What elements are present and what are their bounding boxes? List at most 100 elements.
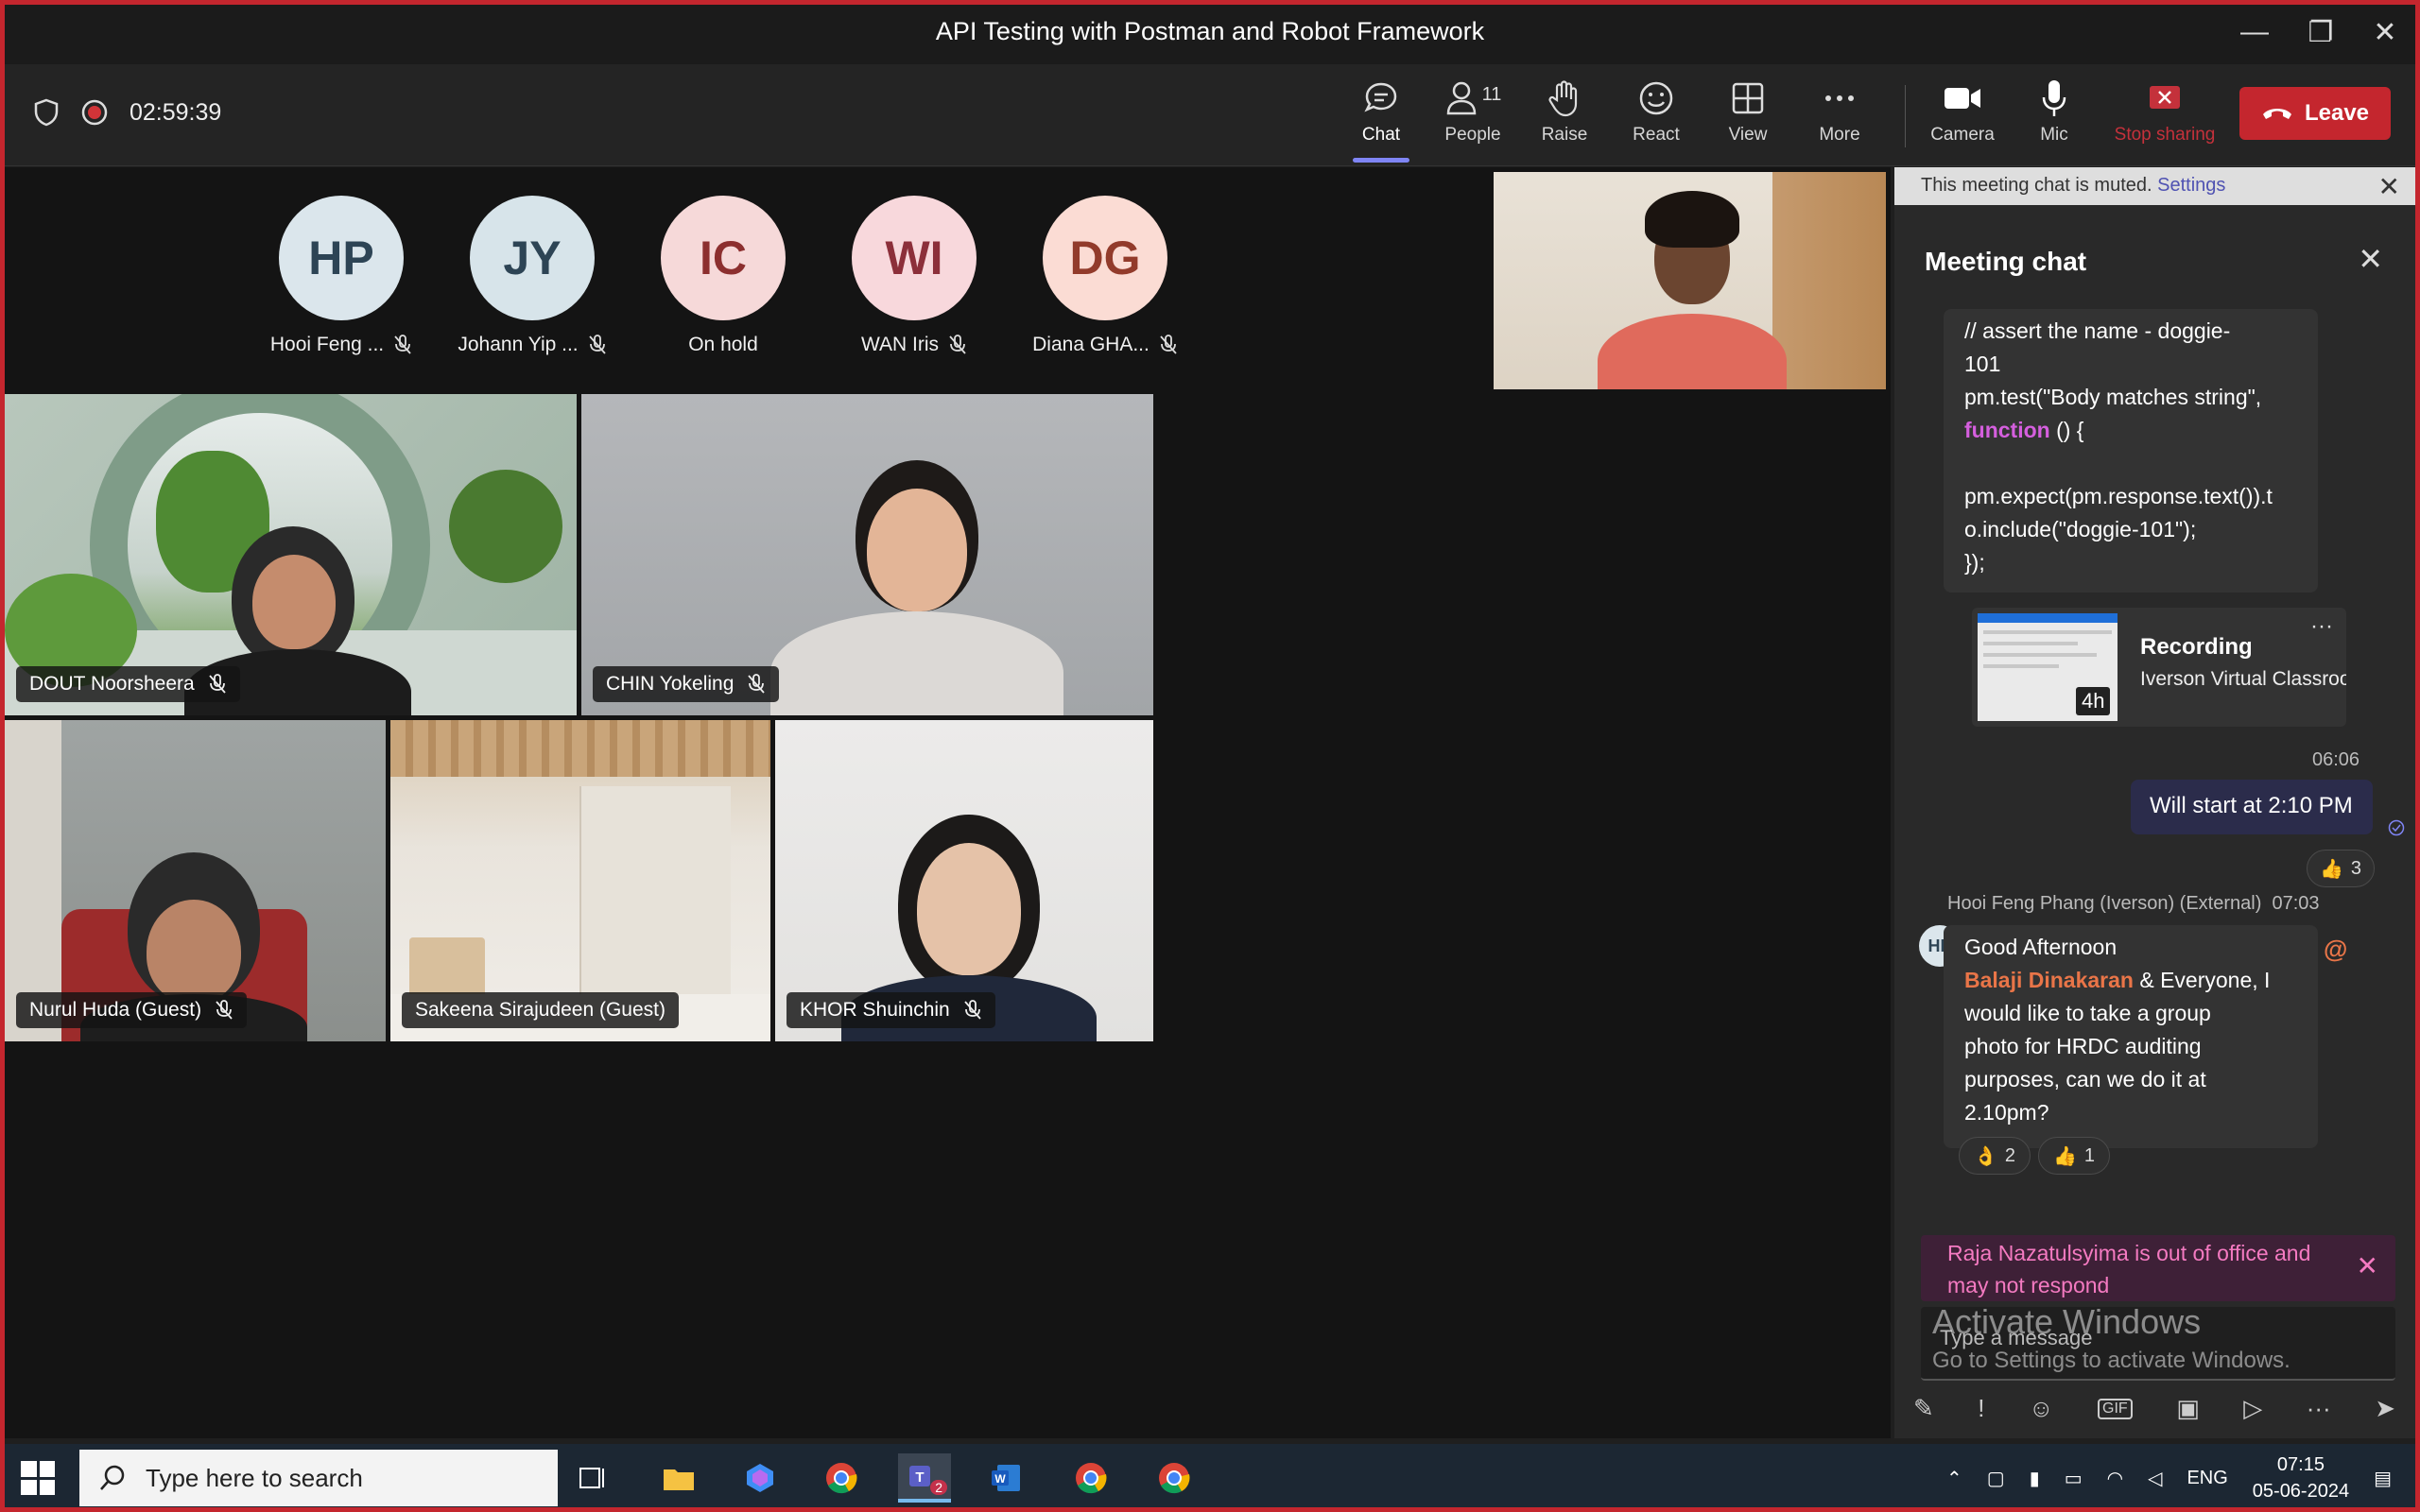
clock-date: 05-06-2024 <box>2252 1481 2350 1502</box>
reaction-ok[interactable]: 👌 2 <box>1959 1137 2031 1175</box>
copilot-icon[interactable] <box>734 1453 786 1503</box>
person-body <box>770 611 1063 715</box>
message-timestamp: 06:06 <box>2312 749 2360 770</box>
people-label: People <box>1444 125 1501 145</box>
speaker-icon[interactable]: ◁ <box>2148 1467 2162 1490</box>
stop-sharing-label: Stop sharing <box>2114 125 2216 145</box>
more-icon[interactable]: ··· <box>2307 1394 2331 1423</box>
mic-off-icon <box>949 335 966 354</box>
settings-link[interactable]: Settings <box>2157 175 2225 196</box>
close-window-button[interactable]: ✕ <box>2352 9 2418 55</box>
chat-message: Good Afternoon Balaji Dinakaran & Everyo… <box>1944 925 2318 1148</box>
meeting-chat-panel: This meeting chat is muted. Settings ✕ M… <box>1894 167 2415 1438</box>
mic-button[interactable]: Mic <box>2009 77 2100 159</box>
language-indicator[interactable]: ENG <box>2187 1468 2227 1489</box>
person-body <box>1598 314 1787 389</box>
participant-avatar-dg[interactable]: DG Diana GHA... <box>1032 196 1177 356</box>
reaction-like[interactable]: 👍 3 <box>2307 850 2375 887</box>
battery-icon[interactable]: ▭ <box>2065 1467 2083 1490</box>
sticker-icon[interactable]: ▣ <box>2176 1394 2200 1423</box>
code-line: function () { <box>1964 414 2297 447</box>
gif-icon[interactable]: GIF <box>2098 1398 2133 1419</box>
loop-icon[interactable]: ▷ <box>2243 1394 2262 1423</box>
participant-name: Diana GHA... <box>1032 334 1150 355</box>
search-icon <box>100 1465 125 1490</box>
chrome-icon[interactable] <box>815 1453 868 1503</box>
participant-avatar-ic[interactable]: IC On hold <box>661 196 786 356</box>
video-tile[interactable]: DOUT Noorsheera <box>5 394 577 715</box>
send-icon[interactable]: ➤ <box>2375 1394 2395 1423</box>
camera-button[interactable]: Camera <box>1917 77 2008 159</box>
more-button[interactable]: More <box>1794 77 1885 159</box>
restore-button[interactable]: ❐ <box>2288 9 2354 55</box>
close-icon[interactable]: ✕ <box>2357 1250 2378 1282</box>
participant-name-tag: KHOR Shuinchin <box>786 992 995 1028</box>
file-explorer-icon[interactable] <box>652 1453 705 1503</box>
minimize-icon: — <box>2240 16 2269 47</box>
more-options-icon[interactable]: ··· <box>2310 613 2333 640</box>
code-line: pm.test("Body matches string", <box>1964 385 2262 409</box>
view-button[interactable]: View <box>1703 77 1793 159</box>
self-view-video[interactable] <box>1494 172 1886 389</box>
message-sender: Hooi Feng Phang (Iverson) (External) 07:… <box>1947 893 2320 915</box>
react-button[interactable]: React <box>1611 77 1702 159</box>
participant-avatar-jy[interactable]: JY Johann Yip ... <box>458 196 606 356</box>
system-tray: ⌃ ▢ ▮ ▭ ◠ ◁ ENG 07:15 05-06-2024 ▤ <box>1946 1444 2392 1512</box>
chevron-up-icon[interactable]: ⌃ <box>1946 1467 1962 1490</box>
recording-card[interactable]: 4h Recording Iverson Virtual Classroo...… <box>1972 608 2346 727</box>
close-chat-button[interactable]: ✕ <box>2358 241 2383 277</box>
leave-button[interactable]: Leave <box>2239 87 2391 140</box>
close-icon[interactable]: ✕ <box>2378 171 2400 202</box>
teams-icon[interactable]: T2 <box>898 1453 951 1503</box>
notifications-icon[interactable]: ▤ <box>2374 1467 2392 1490</box>
chat-button[interactable]: Chat <box>1336 77 1426 163</box>
mic-off-icon <box>748 674 766 694</box>
message-line: Good Afternoon <box>1964 935 2118 959</box>
out-of-office-banner: Raja Nazatulsyima is out of office and m… <box>1921 1235 2395 1301</box>
thumbs-up-icon: 👍 <box>2052 1145 2077 1167</box>
meeting-stage: HP Hooi Feng ... JY Johann Yip ... IC On… <box>5 167 1891 1438</box>
format-icon[interactable]: ✎ <box>1913 1394 1934 1423</box>
code-line: pm.expect(pm.response.text()).t <box>1964 484 2273 508</box>
code-line: o.include("doggie-101"); <box>1964 517 2197 541</box>
minimize-button[interactable]: — <box>2221 9 2288 55</box>
tile-name: Sakeena Sirajudeen (Guest) <box>415 999 666 1021</box>
video-tile[interactable]: KHOR Shuinchin <box>775 720 1153 1041</box>
read-receipt-icon <box>2388 819 2405 836</box>
task-view-icon[interactable] <box>567 1453 620 1503</box>
tile-name: Nurul Huda (Guest) <box>29 999 202 1021</box>
video-tile[interactable]: CHIN Yokeling <box>581 394 1153 715</box>
recording-subtitle: Iverson Virtual Classroo... <box>2140 668 2346 690</box>
people-button[interactable]: 11 People <box>1427 77 1518 159</box>
chrome-icon[interactable] <box>1064 1453 1117 1503</box>
close-icon: ✕ <box>2373 16 2397 48</box>
clock[interactable]: 07:15 05-06-2024 <box>2253 1452 2349 1504</box>
taskbar-search[interactable]: Type here to search <box>79 1450 558 1506</box>
chrome-icon[interactable] <box>1148 1453 1201 1503</box>
emoji-icon[interactable]: ☺ <box>2029 1394 2054 1423</box>
meeting-status: 02:59:39 <box>33 98 221 127</box>
avatar: JY <box>470 196 595 320</box>
clock-time: 07:15 <box>2276 1454 2325 1475</box>
mention[interactable]: Balaji Dinakaran <box>1964 968 2134 992</box>
word-icon[interactable]: W <box>979 1453 1032 1503</box>
usb-icon[interactable]: ▮ <box>2030 1467 2040 1490</box>
video-tile[interactable]: Nurul Huda (Guest) <box>5 720 386 1041</box>
windows-start-icon[interactable] <box>21 1461 55 1495</box>
mic-off-icon <box>1160 335 1177 354</box>
leave-label: Leave <box>2304 100 2370 126</box>
important-icon[interactable]: ! <box>1978 1394 1984 1423</box>
wifi-icon[interactable]: ◠ <box>2107 1467 2123 1490</box>
message-timestamp: 07:03 <box>2272 893 2320 914</box>
participant-avatar-hp[interactable]: HP Hooi Feng ... <box>270 196 411 356</box>
participant-avatar-wi[interactable]: WI WAN Iris <box>852 196 977 356</box>
meet-now-icon[interactable]: ▢ <box>1987 1467 2005 1490</box>
reaction-like[interactable]: 👍 1 <box>2038 1137 2110 1175</box>
video-tile[interactable]: Sakeena Sirajudeen (Guest) <box>390 720 770 1041</box>
raise-hand-button[interactable]: Raise <box>1519 77 1610 159</box>
avatar: WI <box>852 196 977 320</box>
stop-sharing-button[interactable]: Stop sharing <box>2115 77 2215 159</box>
sender-name: Hooi Feng Phang (Iverson) (External) <box>1947 893 2262 914</box>
raise-label: Raise <box>1541 125 1588 145</box>
